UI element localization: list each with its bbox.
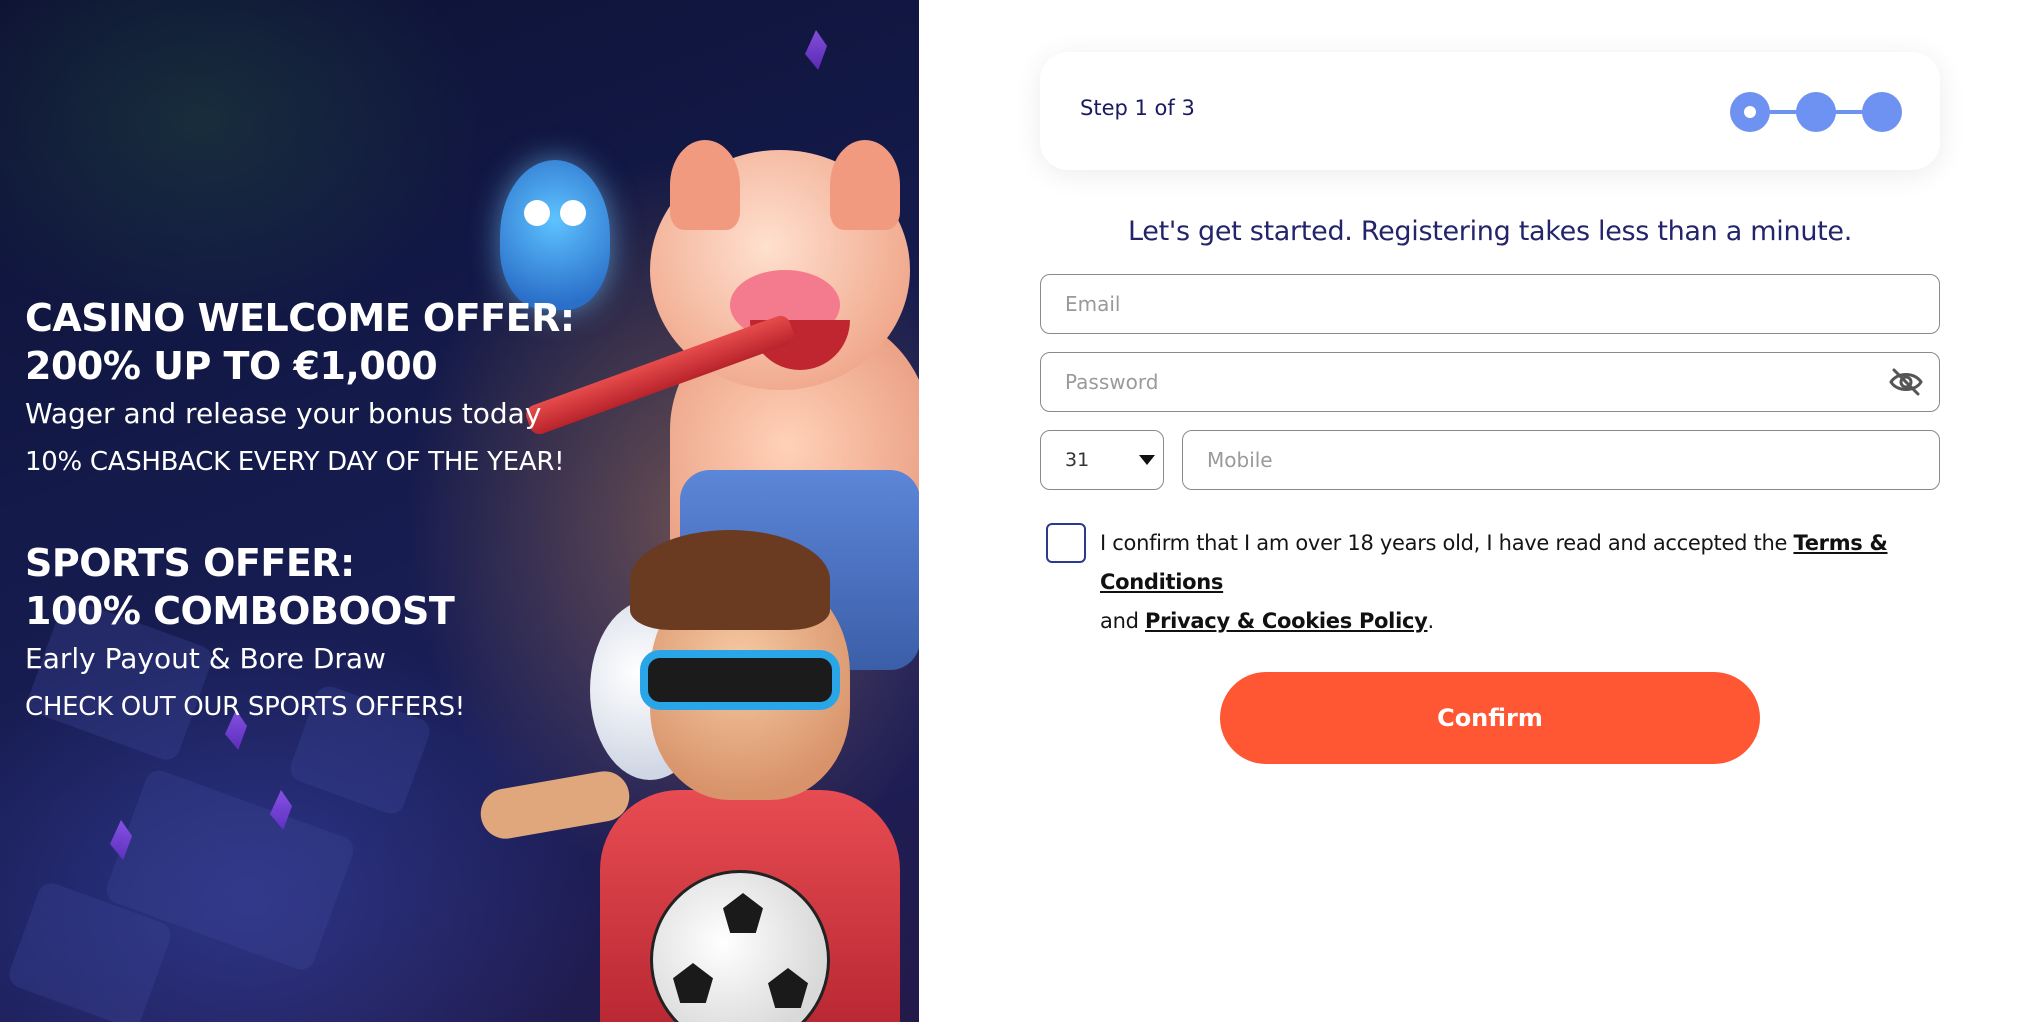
crystal-decoration [805, 30, 827, 70]
password-field[interactable] [1040, 352, 1940, 412]
form-heading: Let's get started. Registering takes les… [1127, 216, 1853, 247]
email-input[interactable] [1041, 275, 1939, 333]
sports-offer-title-line1: SPORTS OFFER: [25, 541, 355, 585]
alien-character [500, 160, 610, 310]
consent-checkbox[interactable] [1046, 523, 1086, 563]
pig-ear [830, 140, 900, 230]
promo-panel: CASINO WELCOME OFFER: 200% UP TO €1,000 … [0, 0, 919, 1022]
step-dot-2 [1796, 92, 1836, 132]
ball-patch [673, 963, 713, 1003]
sports-offer-subtitle: Early Payout & Bore Draw [25, 642, 386, 675]
sports-offer-title: SPORTS OFFER: 100% COMBOBOOST [25, 539, 465, 635]
alien-eye [560, 200, 586, 226]
privacy-cookies-link[interactable]: Privacy & Cookies Policy [1145, 609, 1428, 633]
step-dot-3 [1862, 92, 1902, 132]
caret-down-icon [1139, 455, 1155, 465]
consent-suffix: . [1427, 609, 1435, 633]
sports-offer-title-line2: 100% COMBOBOOST [25, 589, 455, 633]
step-progress-card: Step 1 of 3 [1040, 52, 1940, 170]
pig-ear [670, 140, 740, 230]
consent-text: I confirm that I am over 18 years old, I… [1100, 524, 1940, 641]
sports-offers-link[interactable]: CHECK OUT OUR SPORTS OFFERS! [25, 687, 465, 727]
email-field[interactable] [1040, 274, 1940, 334]
mobile-input[interactable] [1183, 431, 1939, 489]
alien-eye [524, 200, 550, 226]
ball-patch [723, 893, 763, 933]
step-dot-1 [1730, 92, 1770, 132]
step-label: Step 1 of 3 [1080, 96, 1195, 120]
step-connector [1766, 110, 1800, 114]
mobile-field[interactable] [1182, 430, 1940, 490]
consent-and: and [1100, 609, 1145, 633]
sunglasses [640, 650, 840, 710]
casino-offer-title-line2: 200% UP TO €1,000 [25, 344, 438, 388]
casino-cashback-link[interactable]: 10% CASHBACK EVERY DAY OF THE YEAR! [25, 442, 575, 482]
sports-offer: SPORTS OFFER: 100% COMBOBOOST Early Payo… [25, 539, 465, 727]
ball-patch [768, 968, 808, 1008]
player-hair [630, 530, 830, 630]
country-code-select[interactable]: 31 [1040, 430, 1164, 490]
step-connector [1832, 110, 1866, 114]
casino-offer-subtitle: Wager and release your bonus today [25, 397, 542, 430]
characters-illustration [460, 140, 919, 1022]
casino-offer-title-line1: CASINO WELCOME OFFER: [25, 296, 575, 340]
consent-prefix: I confirm that I am over 18 years old, I… [1100, 531, 1794, 555]
password-input[interactable] [1041, 353, 1939, 411]
step-indicator [1730, 92, 1902, 132]
casino-offer: CASINO WELCOME OFFER: 200% UP TO €1,000 … [25, 294, 575, 482]
country-code-value: 31 [1065, 449, 1090, 471]
confirm-button[interactable]: Confirm [1220, 672, 1760, 764]
eye-off-icon[interactable] [1889, 367, 1923, 397]
casino-offer-title: CASINO WELCOME OFFER: 200% UP TO €1,000 [25, 294, 575, 390]
